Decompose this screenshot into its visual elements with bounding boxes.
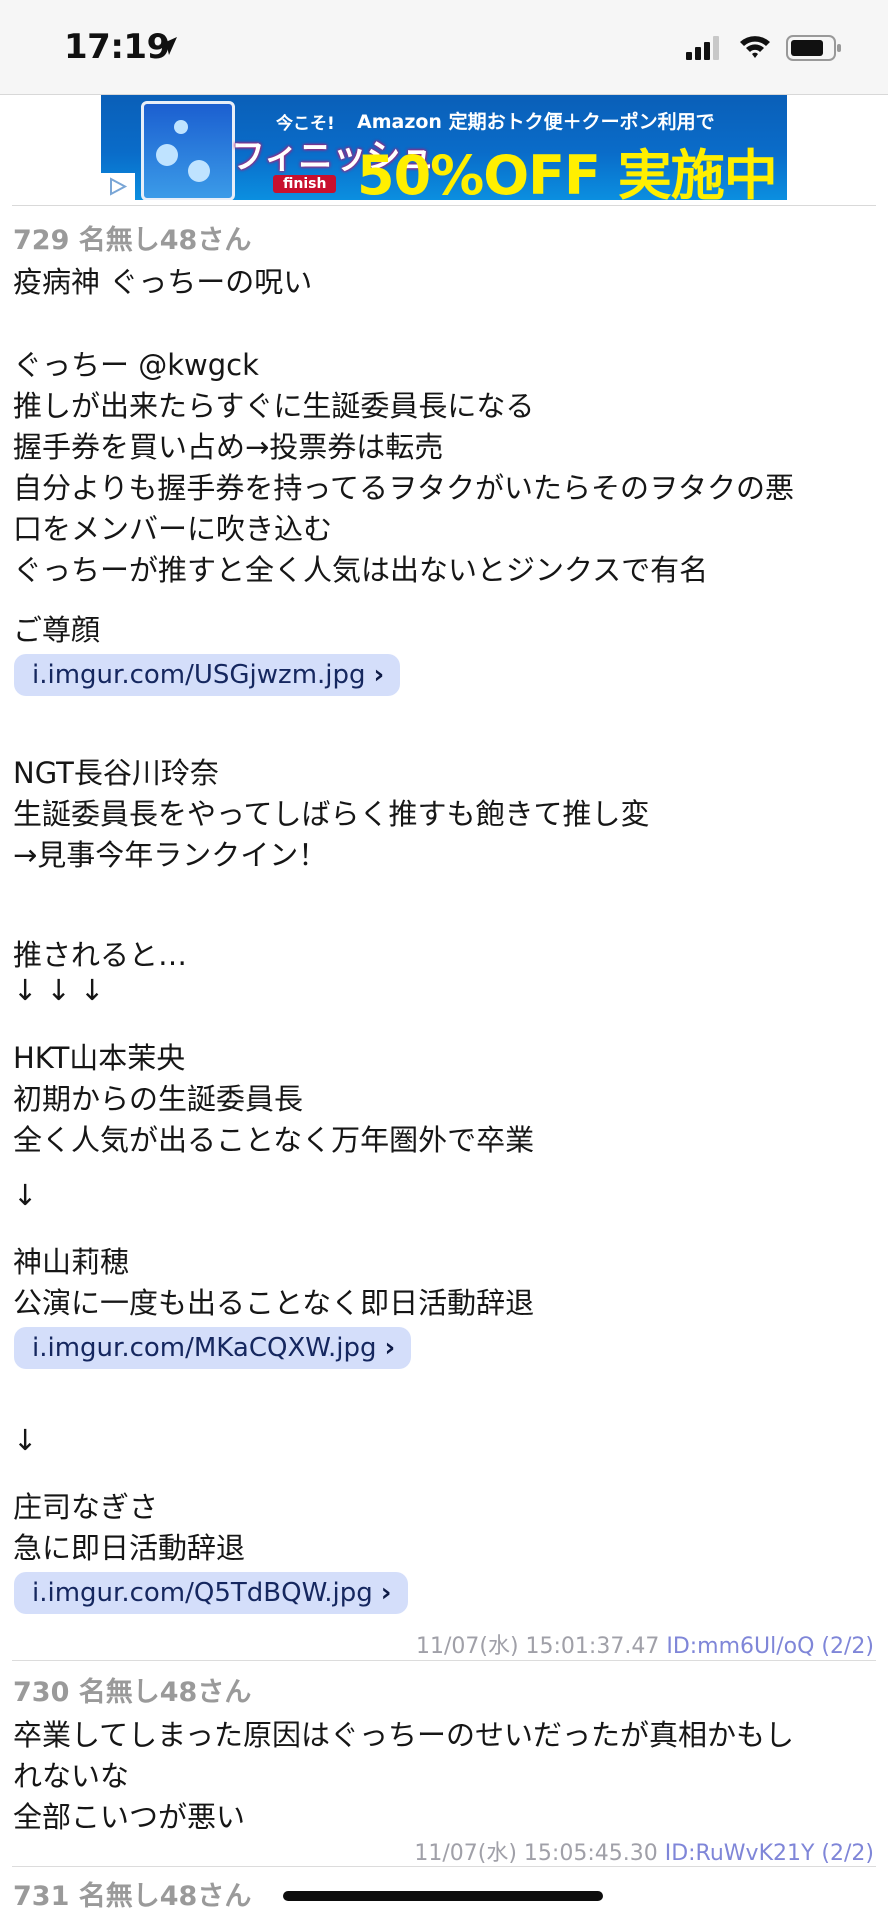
post-line: ぐっちー @kwgck <box>13 348 259 382</box>
battery-icon <box>786 34 842 66</box>
home-indicator[interactable] <box>283 1891 603 1901</box>
post-line: HKT山本茉央 <box>13 1041 186 1075</box>
ad-product-image <box>141 101 235 200</box>
ad-headline-top: Amazon 定期おトク便＋クーポン利用で <box>357 111 715 133</box>
chevron-right-icon: › <box>384 1333 396 1363</box>
post-line: 握手券を買い占め→投票券は転売 <box>13 430 444 464</box>
post-header[interactable]: 731 名無し48さん <box>13 1874 251 1913</box>
post-line: 推されると… <box>13 938 188 972</box>
post-date: 11/07(水) 15:01:37.47 <box>415 1634 660 1659</box>
post-meta: 11/07(水) 15:01:37.47 ID:mm6Ul/oQ (2/2) <box>416 1628 874 1660</box>
post-separator <box>12 1660 876 1661</box>
ad-banner[interactable]: 今こそ! フィニッシュ finish Amazon 定期おトク便＋クーポン利用で… <box>101 95 787 200</box>
post-meta: 11/07(水) 15:05:45.30 ID:RuWvK21Y (2/2) <box>414 1835 874 1867</box>
post-line: ぐっちーが推すと全く人気は出ないとジンクスで有名 <box>13 553 709 587</box>
ad-brand-sub: finish <box>273 175 337 193</box>
post-line: 公演に一度も出ることなく即日活動辞退 <box>13 1286 535 1320</box>
post-id-link[interactable]: ID:mm6Ul/oQ (2/2) <box>666 1634 874 1659</box>
status-bar: 17:19 <box>0 0 888 95</box>
post-line: ↓ ↓ ↓ <box>13 973 105 1007</box>
post-line: →見事今年ランクイン！ <box>13 838 328 872</box>
post-line: 推しが出来たらすぐに生誕委員長になる <box>13 389 535 423</box>
post-header[interactable]: 729 名無し48さん <box>13 218 251 257</box>
post-line: 疫病神 ぐっちーの呪い <box>13 265 313 299</box>
status-time: 17:19 <box>64 27 170 67</box>
image-link[interactable]: i.imgur.com/MKaCQXW.jpg › <box>14 1327 412 1369</box>
post-line: 初期からの生誕委員長 <box>13 1082 304 1116</box>
divider <box>12 205 876 206</box>
wifi-icon <box>738 33 772 63</box>
post-line: 急に即日活動辞退 <box>13 1531 246 1565</box>
cellular-signal-icon <box>686 36 726 64</box>
image-link-label: i.imgur.com/USGjwzm.jpg <box>32 660 366 690</box>
location-arrow-icon <box>156 34 180 62</box>
post-line: 庄司なぎさ <box>13 1490 159 1524</box>
post-header[interactable]: 730 名無し48さん <box>13 1670 251 1709</box>
post-line: 卒業してしまった原因はぐっちーのせいだったが真相かもし <box>13 1718 794 1752</box>
ad-headline-big: 50%OFF 実施中 <box>357 144 778 200</box>
post-line: れないな <box>13 1759 130 1793</box>
chevron-right-icon: › <box>380 1578 392 1608</box>
post-date: 11/07(水) 15:05:45.30 <box>414 1841 658 1866</box>
image-link[interactable]: i.imgur.com/Q5TdBQW.jpg › <box>14 1572 408 1614</box>
post-line: 自分よりも握手券を持ってるヲタクがいたらそのヲタクの悪 <box>13 471 794 505</box>
chevron-right-icon: › <box>373 660 385 690</box>
post-line: NGT長谷川玲奈 <box>13 756 219 790</box>
post-id-link[interactable]: ID:RuWvK21Y (2/2) <box>665 1841 874 1866</box>
post-line: ご尊顔 <box>13 613 101 647</box>
post-line: ↓ <box>13 1423 38 1457</box>
post-line: 全部こいつが悪い <box>13 1800 246 1834</box>
post-line: ↓ <box>13 1178 38 1212</box>
image-link-label: i.imgur.com/MKaCQXW.jpg <box>32 1333 377 1363</box>
post-separator <box>12 1866 876 1867</box>
post-line: 神山莉穂 <box>13 1245 130 1279</box>
post-line: 生誕委員長をやってしばらく推すも飽きて推し変 <box>13 797 650 831</box>
image-link-label: i.imgur.com/Q5TdBQW.jpg <box>32 1578 373 1608</box>
post-line: 全く人気が出ることなく万年圏外で卒業 <box>13 1123 535 1157</box>
ad-choices-icon[interactable] <box>101 173 135 200</box>
post-line: 口をメンバーに吹き込む <box>13 512 333 546</box>
image-link[interactable]: i.imgur.com/USGjwzm.jpg › <box>14 654 401 696</box>
